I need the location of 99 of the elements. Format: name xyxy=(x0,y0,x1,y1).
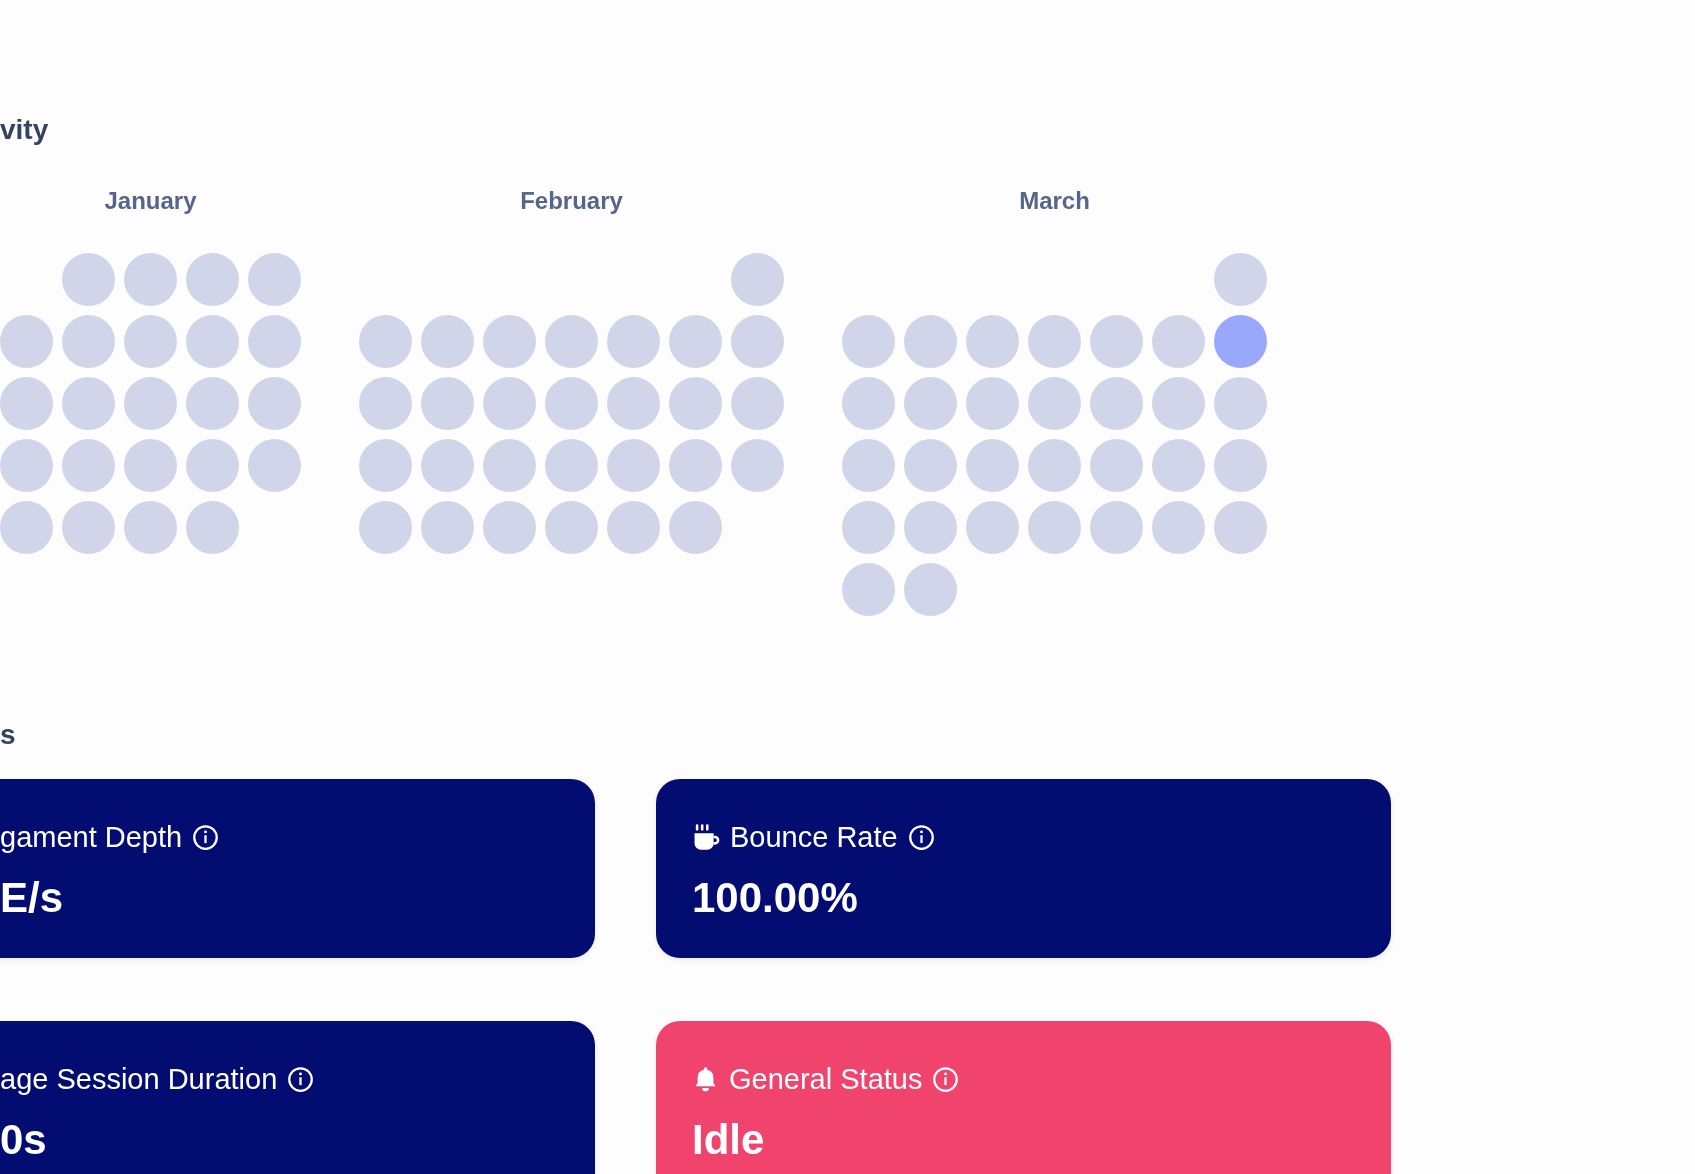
day-dot[interactable] xyxy=(607,377,660,430)
day-dot[interactable] xyxy=(669,501,722,554)
day-dot[interactable] xyxy=(124,377,177,430)
info-icon[interactable] xyxy=(907,823,935,851)
day-dot[interactable] xyxy=(483,377,536,430)
card-title: age Session Duration xyxy=(0,1062,278,1097)
day-dot[interactable] xyxy=(966,439,1019,492)
day-dot[interactable] xyxy=(62,501,115,554)
day-dot[interactable] xyxy=(186,253,239,306)
card-value: E/s xyxy=(0,873,65,923)
section-title: s xyxy=(0,718,17,752)
day-dot[interactable] xyxy=(124,315,177,368)
day-dot[interactable] xyxy=(421,377,474,430)
cup-icon xyxy=(692,823,720,851)
day-dot[interactable] xyxy=(1028,439,1081,492)
day-dot[interactable] xyxy=(731,315,784,368)
day-dot[interactable] xyxy=(731,253,784,306)
day-dot[interactable] xyxy=(1152,439,1205,492)
day-dot[interactable] xyxy=(483,315,536,368)
day-dot[interactable] xyxy=(545,315,598,368)
day-dot[interactable] xyxy=(669,377,722,430)
day-dot[interactable] xyxy=(904,563,957,616)
info-icon[interactable] xyxy=(192,823,220,851)
card-value: Idle xyxy=(692,1115,766,1165)
day-dot[interactable] xyxy=(966,377,1019,430)
day-dot[interactable] xyxy=(607,439,660,492)
card-title: General Status xyxy=(729,1062,923,1097)
day-dot[interactable] xyxy=(124,501,177,554)
day-dot[interactable] xyxy=(0,377,53,430)
day-dot[interactable] xyxy=(904,439,957,492)
day-dot[interactable] xyxy=(669,439,722,492)
day-dot[interactable] xyxy=(904,315,957,368)
day-dot[interactable] xyxy=(1090,501,1143,554)
day-dot[interactable] xyxy=(842,501,895,554)
day-dot[interactable] xyxy=(607,315,660,368)
day-dot[interactable] xyxy=(607,501,660,554)
day-dot[interactable] xyxy=(731,377,784,430)
day-dot[interactable] xyxy=(0,501,53,554)
month-label: January xyxy=(104,186,197,216)
day-dot[interactable] xyxy=(248,253,301,306)
day-dot[interactable] xyxy=(421,501,474,554)
day-dot[interactable] xyxy=(1028,377,1081,430)
day-dot[interactable] xyxy=(62,439,115,492)
day-dot[interactable] xyxy=(0,439,53,492)
day-dot[interactable] xyxy=(904,377,957,430)
day-dot[interactable] xyxy=(359,377,412,430)
day-dot[interactable] xyxy=(124,253,177,306)
section-title: vity xyxy=(0,113,50,147)
day-dot[interactable] xyxy=(842,439,895,492)
day-dot[interactable] xyxy=(1214,315,1267,368)
day-dot[interactable] xyxy=(1090,377,1143,430)
day-dot[interactable] xyxy=(1152,315,1205,368)
month-label: February xyxy=(520,186,623,216)
day-dot[interactable] xyxy=(842,377,895,430)
day-dot[interactable] xyxy=(1214,439,1267,492)
day-dot[interactable] xyxy=(62,315,115,368)
day-dot[interactable] xyxy=(842,563,895,616)
day-dot[interactable] xyxy=(1090,439,1143,492)
card-value: 0s xyxy=(0,1115,48,1165)
day-dot[interactable] xyxy=(186,439,239,492)
card-title: gament Depth xyxy=(0,820,183,855)
day-dot[interactable] xyxy=(1090,315,1143,368)
day-dot[interactable] xyxy=(359,439,412,492)
day-dot[interactable] xyxy=(186,501,239,554)
day-dot[interactable] xyxy=(483,501,536,554)
day-dot[interactable] xyxy=(248,315,301,368)
month-label: March xyxy=(1019,186,1090,216)
day-dot[interactable] xyxy=(966,501,1019,554)
day-dot[interactable] xyxy=(1028,315,1081,368)
day-dot[interactable] xyxy=(248,377,301,430)
day-dot[interactable] xyxy=(0,315,53,368)
day-dot[interactable] xyxy=(669,315,722,368)
day-dot[interactable] xyxy=(186,315,239,368)
day-dot[interactable] xyxy=(124,439,177,492)
day-dot[interactable] xyxy=(62,377,115,430)
day-dot[interactable] xyxy=(1214,501,1267,554)
day-dot[interactable] xyxy=(545,439,598,492)
day-dot[interactable] xyxy=(904,501,957,554)
day-dot[interactable] xyxy=(186,377,239,430)
day-dot[interactable] xyxy=(1214,253,1267,306)
day-dot[interactable] xyxy=(359,501,412,554)
day-dot[interactable] xyxy=(421,439,474,492)
day-dot[interactable] xyxy=(421,315,474,368)
day-dot[interactable] xyxy=(1028,501,1081,554)
day-dot[interactable] xyxy=(1152,377,1205,430)
day-dot[interactable] xyxy=(545,501,598,554)
day-dot[interactable] xyxy=(62,253,115,306)
day-dot[interactable] xyxy=(842,315,895,368)
day-dot[interactable] xyxy=(248,439,301,492)
day-dot[interactable] xyxy=(1152,501,1205,554)
card-value: 100.00% xyxy=(692,873,859,923)
day-dot[interactable] xyxy=(1214,377,1267,430)
day-dot[interactable] xyxy=(966,315,1019,368)
card-title: Bounce Rate xyxy=(730,820,898,855)
day-dot[interactable] xyxy=(359,315,412,368)
day-dot[interactable] xyxy=(483,439,536,492)
info-icon[interactable] xyxy=(287,1065,315,1093)
day-dot[interactable] xyxy=(545,377,598,430)
day-dot[interactable] xyxy=(731,439,784,492)
